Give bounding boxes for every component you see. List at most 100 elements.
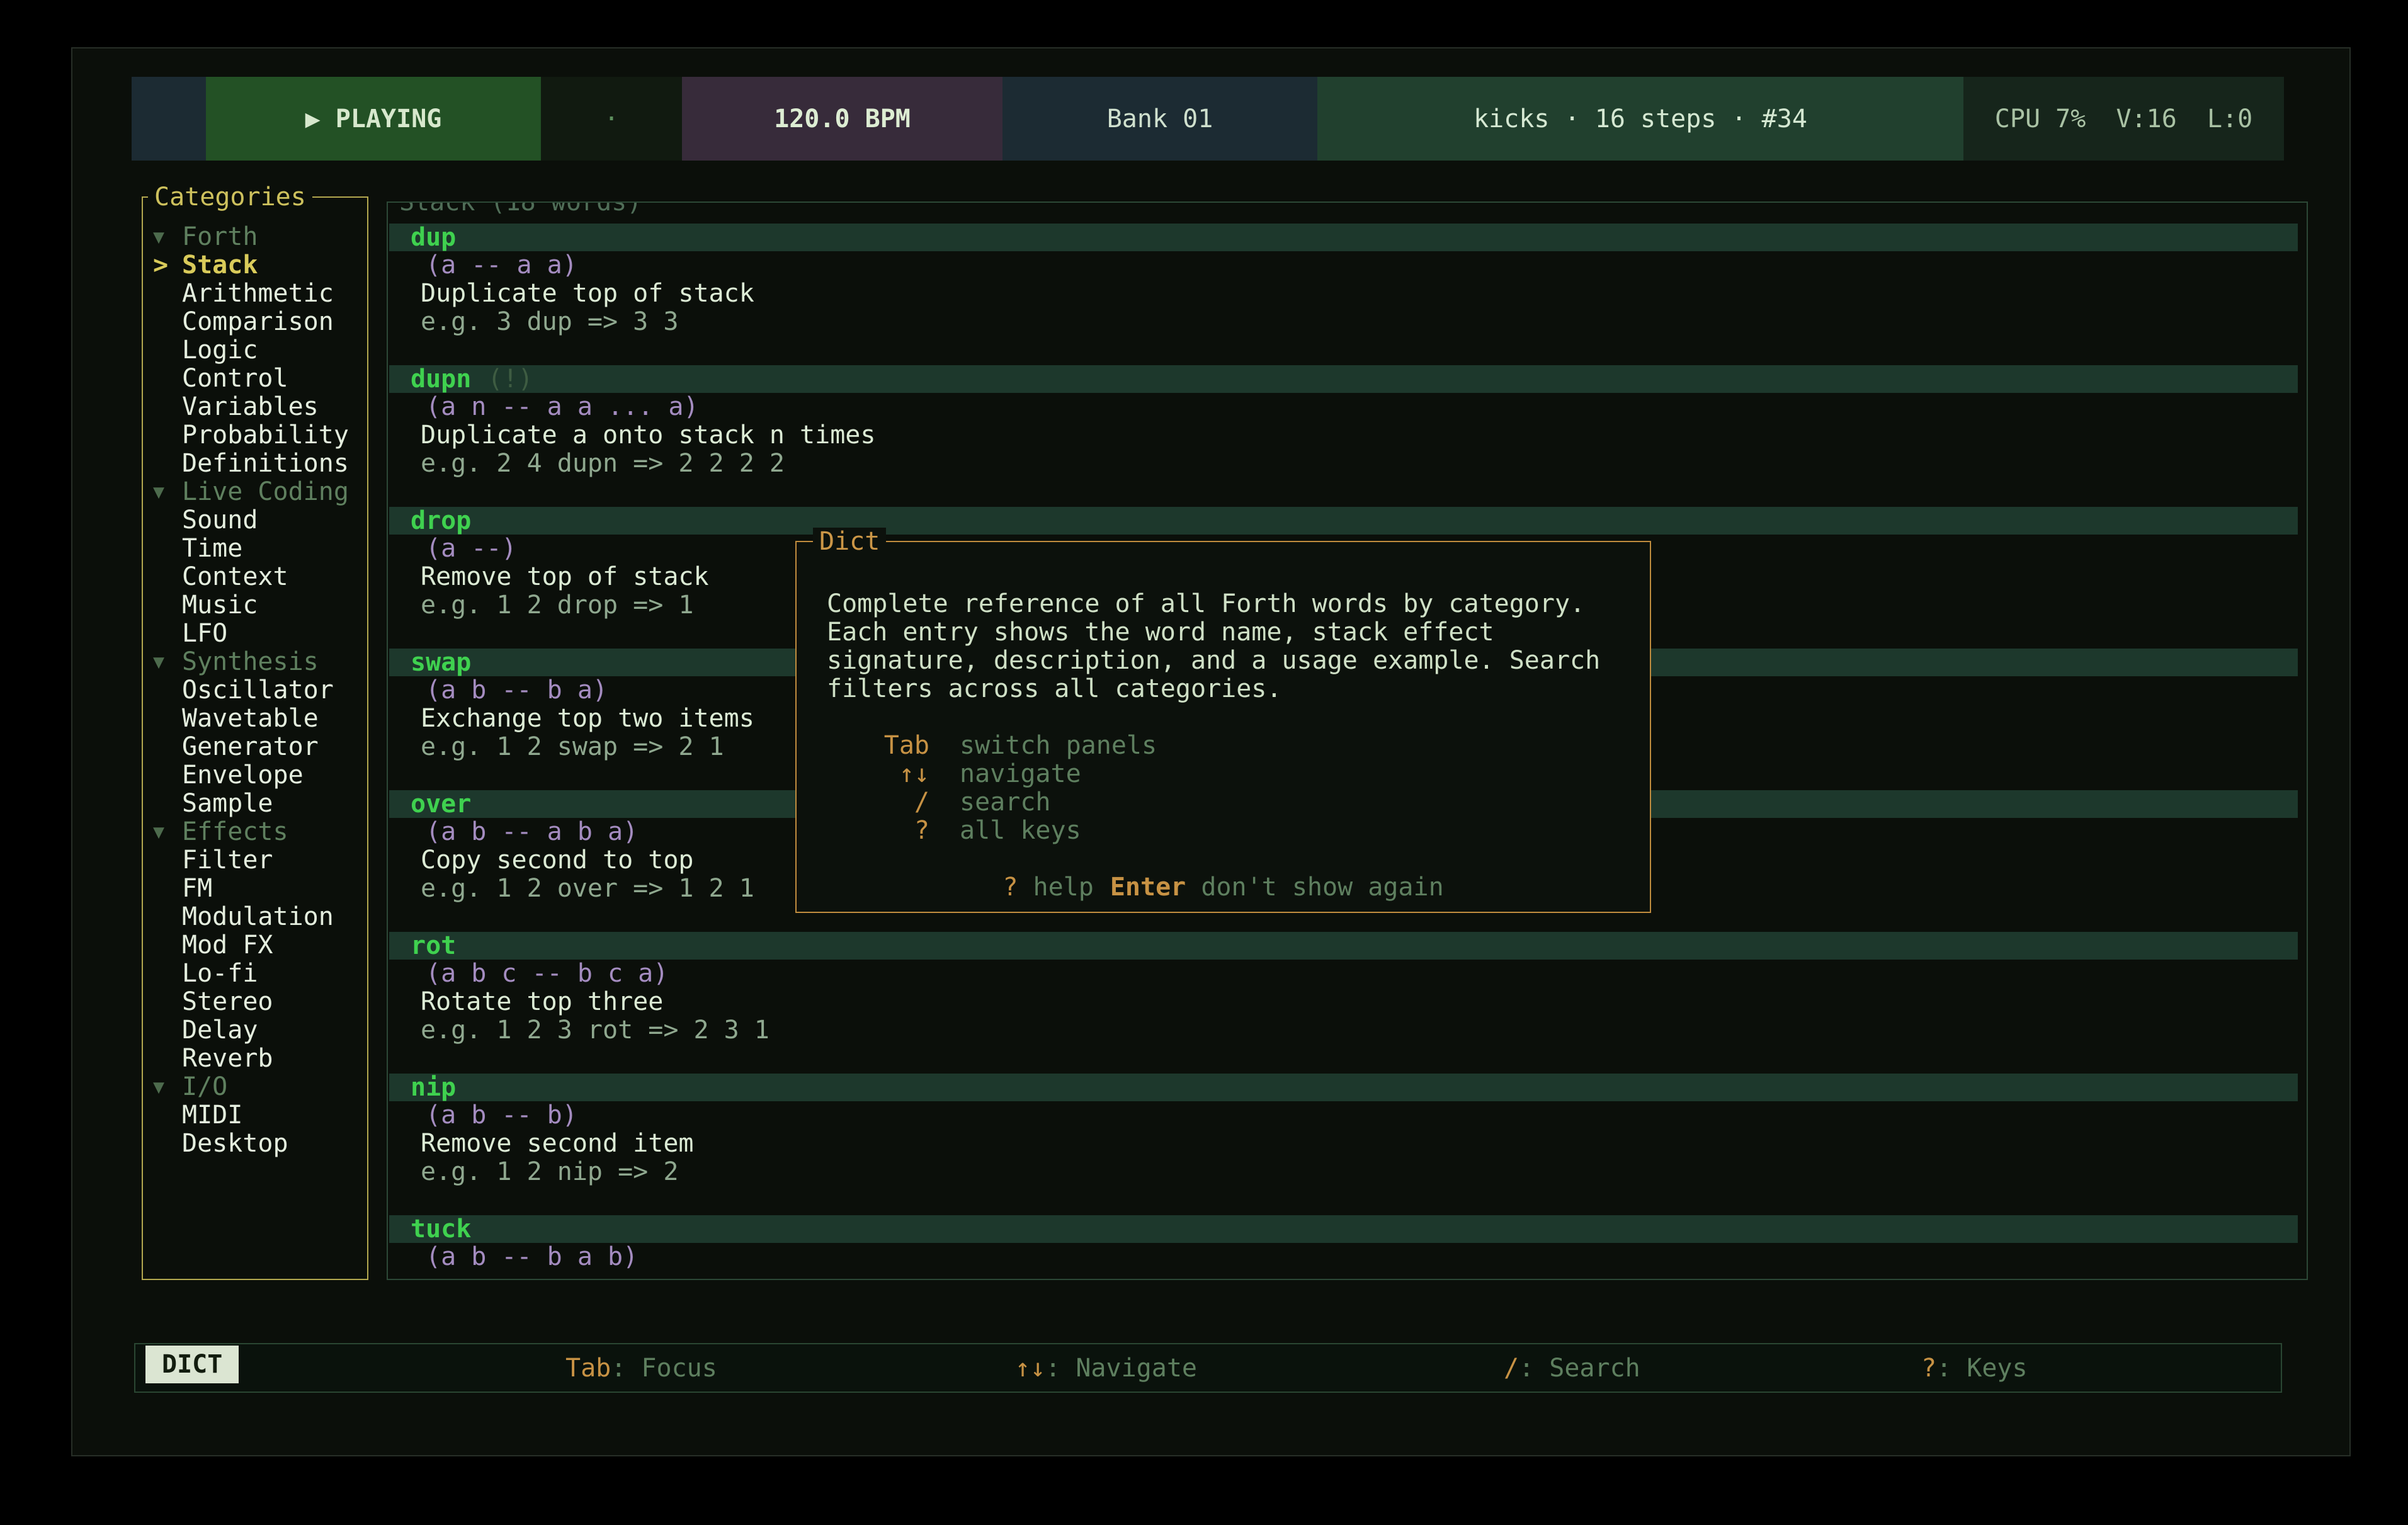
sidebar-item-modulation[interactable]: Modulation <box>143 903 367 931</box>
categories-title: Categories <box>148 183 312 212</box>
sidebar-item-marker-icon <box>153 535 182 563</box>
hint-label: : Keys <box>1936 1354 2028 1383</box>
sidebar-item-sample[interactable]: Sample <box>143 790 367 818</box>
sidebar-item-marker-icon: > <box>153 251 182 280</box>
word-example: e.g. 3 dup => 3 3 <box>389 308 2298 336</box>
sidebar-item-variables[interactable]: Variables <box>143 393 367 421</box>
sidebar-item-live-coding[interactable]: ▼ Live Coding <box>143 478 367 506</box>
sidebar-item-marker-icon <box>153 365 182 393</box>
modal-footer-item: ? help <box>1002 873 1094 902</box>
word-signature: (a b -- b a b) <box>389 1243 2298 1271</box>
word-entry-header[interactable]: tuck <box>389 1215 2298 1243</box>
sidebar-item-time[interactable]: Time <box>143 535 367 563</box>
word-entry-tuck[interactable]: tuck (a b -- b a b) <box>389 1215 2298 1280</box>
play-icon-label: ▶ PLAYING <box>305 105 442 133</box>
sidebar-item-i-o[interactable]: ▼ I/O <box>143 1073 367 1101</box>
pattern-display: kicks · 16 steps · #34 <box>1317 77 1963 161</box>
modal-key-row: Tab switch panels <box>797 732 1650 760</box>
sidebar-item-marker-icon: ▼ <box>153 818 182 846</box>
word-example: e.g. 1 2 3 rot => 2 3 1 <box>389 1016 2298 1045</box>
sidebar-item-logic[interactable]: Logic <box>143 336 367 365</box>
word-name: nip <box>411 1073 456 1102</box>
sidebar-item-marker-icon: ▼ <box>153 223 182 251</box>
status-hint--search: /: Search <box>1504 1354 1640 1383</box>
hint-key: Tab <box>565 1354 611 1383</box>
sidebar-item-label: Live Coding <box>182 478 349 506</box>
sidebar-item-filter[interactable]: Filter <box>143 846 367 875</box>
sidebar-item-marker-icon <box>153 1130 182 1158</box>
sidebar-item-lo-fi[interactable]: Lo-fi <box>143 960 367 988</box>
key-name: Tab <box>797 732 929 760</box>
word-entry-dup[interactable]: dup (a -- a a) Duplicate top of stack e.… <box>389 224 2298 336</box>
topbar-left-spacer <box>132 77 206 161</box>
sidebar-item-marker-icon <box>153 620 182 648</box>
sidebar-item-forth[interactable]: ▼ Forth <box>143 223 367 251</box>
status-hint--navigate: ↑↓: Navigate <box>1015 1354 1197 1383</box>
sidebar-item-marker-icon <box>153 280 182 308</box>
word-entry-header[interactable]: dupn (!) <box>389 365 2298 393</box>
sidebar-item-label: Arithmetic <box>182 280 334 308</box>
sidebar-item-stack[interactable]: > Stack <box>143 251 367 280</box>
sidebar-item-music[interactable]: Music <box>143 591 367 620</box>
sidebar-item-wavetable[interactable]: Wavetable <box>143 705 367 733</box>
word-description <box>389 1271 2298 1280</box>
modal-body-line: Each entry shows the word name, stack ef… <box>797 618 1650 647</box>
hint-key: ? <box>1921 1354 1936 1383</box>
sidebar-item-probability[interactable]: Probability <box>143 421 367 450</box>
sidebar-item-marker-icon <box>153 733 182 761</box>
word-entry-dupn[interactable]: dupn (!) (a n -- a a ... a) Duplicate a … <box>389 365 2298 478</box>
sidebar-item-oscillator[interactable]: Oscillator <box>143 676 367 705</box>
sidebar-item-delay[interactable]: Delay <box>143 1016 367 1045</box>
mode-badge: DICT <box>145 1346 239 1383</box>
sidebar-item-label: Effects <box>182 818 288 846</box>
sidebar-item-envelope[interactable]: Envelope <box>143 761 367 790</box>
sidebar-item-mod-fx[interactable]: Mod FX <box>143 931 367 960</box>
sidebar-item-stereo[interactable]: Stereo <box>143 988 367 1016</box>
sidebar-item-marker-icon <box>153 761 182 790</box>
top-bar: ▶ PLAYING · 120.0 BPM Bank 01 kicks · 16… <box>132 77 2284 161</box>
word-entry-nip[interactable]: nip (a b -- b) Remove second item e.g. 1… <box>389 1074 2298 1186</box>
sidebar-item-label: Logic <box>182 336 258 365</box>
hint-key: ↑↓ <box>1015 1354 1045 1383</box>
word-entry-header[interactable]: rot <box>389 932 2298 960</box>
word-entry-header[interactable]: drop <box>389 507 2298 535</box>
beat-indicator: · <box>541 77 682 161</box>
sidebar-item-arithmetic[interactable]: Arithmetic <box>143 280 367 308</box>
dict-help-modal: Dict Complete reference of all Forth wor… <box>795 541 1651 913</box>
word-entry-header[interactable]: nip <box>389 1074 2298 1101</box>
sidebar-item-reverb[interactable]: Reverb <box>143 1045 367 1073</box>
sidebar-item-marker-icon <box>153 960 182 988</box>
sidebar-item-label: Control <box>182 365 288 393</box>
sidebar-item-midi[interactable]: MIDI <box>143 1101 367 1130</box>
word-entry-header[interactable]: dup <box>389 224 2298 251</box>
sidebar-item-label: Sample <box>182 790 273 818</box>
sidebar-item-comparison[interactable]: Comparison <box>143 308 367 336</box>
sidebar-item-label: Stereo <box>182 988 273 1016</box>
sidebar-item-definitions[interactable]: Definitions <box>143 450 367 478</box>
key-name: ? <box>797 817 929 845</box>
word-name: dup <box>411 223 456 252</box>
modal-key-hints: Tab switch panels ↑↓ navigate / search ?… <box>797 732 1650 845</box>
sidebar-item-marker-icon <box>153 1101 182 1130</box>
sidebar-item-label: I/O <box>182 1073 227 1101</box>
sidebar-item-label: Forth <box>182 223 258 251</box>
bank-display: Bank 01 <box>1002 77 1317 161</box>
sidebar-item-marker-icon <box>153 1045 182 1073</box>
modal-key-row: ? all keys <box>797 817 1650 845</box>
word-entry-body: (a b -- b) Remove second item e.g. 1 2 n… <box>389 1101 2298 1186</box>
sidebar-item-generator[interactable]: Generator <box>143 733 367 761</box>
sidebar-item-desktop[interactable]: Desktop <box>143 1130 367 1158</box>
sidebar-item-sound[interactable]: Sound <box>143 506 367 535</box>
sidebar-item-fm[interactable]: FM <box>143 875 367 903</box>
sidebar-item-control[interactable]: Control <box>143 365 367 393</box>
word-description: Duplicate top of stack <box>389 280 2298 308</box>
sidebar-item-marker-icon: ▼ <box>153 1073 182 1101</box>
sidebar-item-lfo[interactable]: LFO <box>143 620 367 648</box>
sidebar-item-label: FM <box>182 875 212 903</box>
word-entry-rot[interactable]: rot (a b c -- b c a) Rotate top three e.… <box>389 932 2298 1045</box>
hint-label: : Navigate <box>1045 1354 1197 1383</box>
sidebar-item-synthesis[interactable]: ▼ Synthesis <box>143 648 367 676</box>
sidebar-item-effects[interactable]: ▼ Effects <box>143 818 367 846</box>
sidebar-item-label: Sound <box>182 506 258 535</box>
sidebar-item-context[interactable]: Context <box>143 563 367 591</box>
